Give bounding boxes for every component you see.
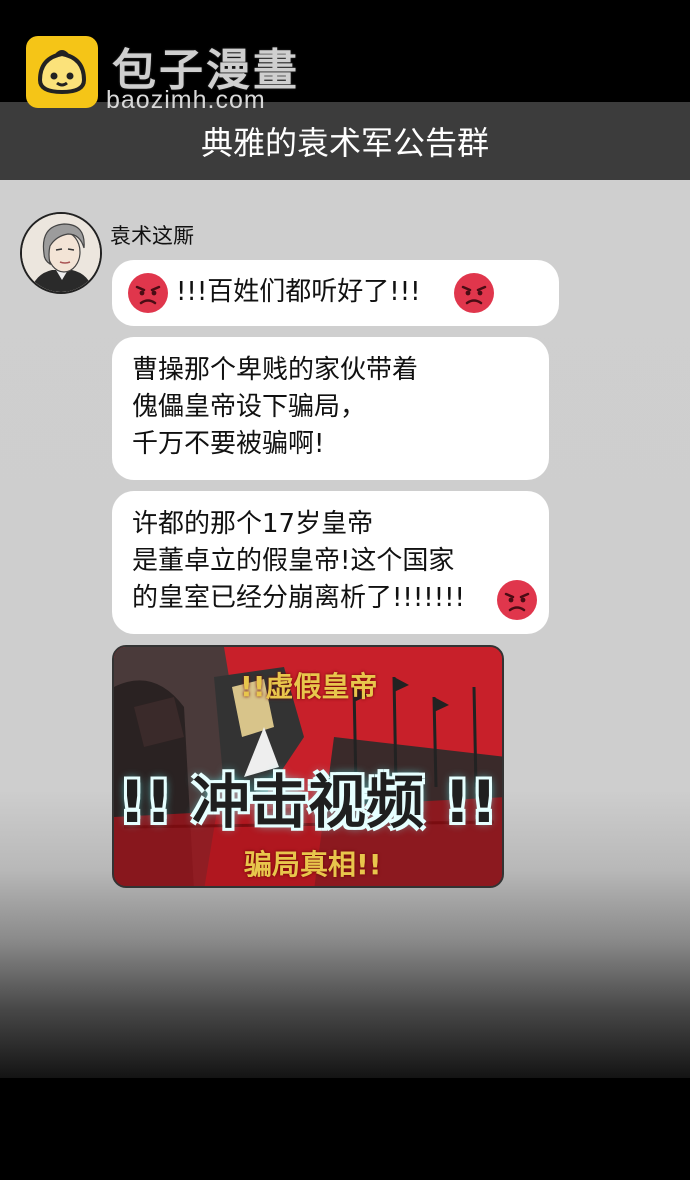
message-bubble: 许都的那个17岁皇帝 是董卓立的假皇帝!这个国家 的皇室已经分崩离析了!!!!!… [112, 491, 549, 634]
sender-name: 袁术这厮 [110, 224, 194, 248]
message-text: !!!百姓们都听好了!!! [176, 277, 421, 307]
angry-face-icon [454, 273, 494, 313]
video-thumbnail[interactable]: !!虚假皇帝 !! 冲击视频 !! 骗局真相!! [112, 645, 504, 888]
sender-avatar[interactable] [20, 212, 102, 294]
angry-face-icon [497, 580, 537, 620]
top-bar [0, 0, 690, 102]
group-title: 典雅的袁术军公告群 [200, 124, 489, 162]
watermark-site-url: baozimh.com [106, 86, 266, 114]
angry-face-icon [128, 273, 168, 313]
baozi-logo-icon [26, 36, 98, 108]
message-text: 曹操那个卑贱的家伙带着 傀儡皇帝设下骗局， 千万不要被骗啊! [132, 355, 419, 459]
video-label-top: !!虚假皇帝 [240, 670, 378, 703]
message-bubble: !!!百姓们都听好了!!! [112, 260, 559, 326]
message-bubble: 曹操那个卑贱的家伙带着 傀儡皇帝设下骗局， 千万不要被骗啊! [112, 337, 549, 480]
message-text: 许都的那个17岁皇帝 是董卓立的假皇帝!这个国家 的皇室已经分崩离析了!!!!!… [132, 509, 465, 613]
video-label-main: !! 冲击视频 !! [118, 768, 498, 836]
video-label-bottom: 骗局真相!! [244, 848, 382, 881]
